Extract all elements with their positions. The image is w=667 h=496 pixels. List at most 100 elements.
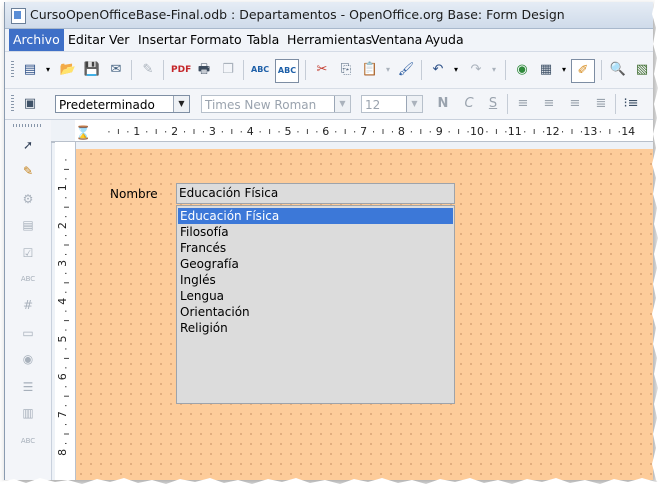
design-mode-icon[interactable]: ✎ (19, 162, 37, 180)
bold-icon[interactable]: N (435, 96, 451, 112)
gallery-icon[interactable]: ▧ (633, 61, 651, 79)
list-box-icon[interactable]: ☰ (19, 378, 37, 396)
page-preview-icon[interactable]: ❐ (219, 61, 237, 79)
checkbox-icon[interactable]: ☑ (19, 244, 37, 262)
email-icon[interactable]: ✉ (107, 61, 125, 79)
align-right-icon[interactable]: ≡ (567, 96, 583, 112)
ruler-minor-tick (65, 178, 67, 180)
list-item[interactable]: Geografía (178, 256, 453, 272)
menu-ayuda[interactable]: Ayuda (425, 32, 464, 47)
option-button-icon[interactable]: ◉ (19, 350, 37, 368)
vertical-ruler[interactable]: 1 2 3 4 5 6 7 8 (55, 142, 76, 480)
nombre-selected-field[interactable]: Educación Física (176, 183, 455, 204)
toolbar-grip[interactable] (13, 124, 43, 127)
ruler-minor-tick (571, 129, 573, 134)
clone-formatting-icon[interactable]: 🖌 (397, 61, 415, 79)
ruler-minor-tick (278, 131, 280, 133)
ruler-minor-tick (64, 320, 69, 322)
menu-insertar[interactable]: Insertar (138, 32, 187, 47)
menu-tabla[interactable]: Tabla (247, 32, 279, 47)
table-icon[interactable]: ▦ (537, 61, 555, 79)
list-item[interactable]: Religión (178, 320, 453, 336)
ruler-minor-tick (382, 129, 384, 134)
menu-editar[interactable]: Editar (68, 32, 105, 47)
ruler-minor-tick (184, 131, 186, 133)
export-pdf-icon[interactable]: PDF (171, 61, 191, 79)
control-properties-icon[interactable]: ⚙ (19, 190, 37, 208)
list-item[interactable]: Francés (178, 240, 453, 256)
list-item[interactable]: Filosofía (178, 224, 453, 240)
menu-archivo[interactable]: Archivo (9, 29, 64, 51)
toolbar-separator (243, 60, 244, 80)
menu-formato[interactable]: Formato (190, 32, 242, 47)
find-icon[interactable]: 🔍 (609, 61, 627, 79)
label-field-icon[interactable]: ABC (19, 432, 37, 450)
push-button-icon[interactable]: ▭ (19, 324, 37, 342)
justify-icon[interactable]: ≣ (593, 96, 609, 112)
ruler-minor-tick (486, 131, 488, 133)
menu-herramientas[interactable]: Herramientas (287, 32, 372, 47)
chevron-down-icon[interactable]: ▼ (406, 96, 422, 112)
align-left-icon[interactable]: ≡ (515, 96, 531, 112)
form-controls-toolbar: ➚ ✎ ⚙ ▤ ☑ ABC # ▭ ◉ ☰ ▥ ABC (5, 120, 52, 480)
spellcheck-icon[interactable]: ABC (251, 61, 269, 79)
paragraph-style-select[interactable]: Predeterminado ▼ (55, 95, 190, 113)
chevron-down-icon[interactable]: ▾ (379, 61, 397, 79)
chevron-down-icon[interactable]: ▾ (447, 61, 465, 79)
open-folder-icon[interactable]: 📂 (59, 61, 77, 79)
torn-edge (0, 478, 667, 496)
ruler-tick-label: 11 (508, 125, 522, 138)
form-properties-icon[interactable]: ▤ (19, 216, 37, 234)
save-icon[interactable]: 💾 (83, 61, 101, 79)
autospellcheck-icon[interactable]: ABC (275, 59, 299, 83)
align-center-icon[interactable]: ≡ (541, 96, 557, 112)
nombre-list-box[interactable]: Educación Física Filosofía Francés Geografí… (176, 205, 455, 404)
cut-icon[interactable]: ✂ (313, 61, 331, 79)
horizontal-ruler[interactable]: ⌛ 1 2 3 4 5 6 7 8 9 10 11 12 13 14 (51, 120, 653, 143)
list-item[interactable]: Lengua (178, 288, 453, 304)
ruler-minor-tick (193, 129, 195, 134)
tab-stop-icon[interactable]: ⌛ (75, 125, 91, 141)
copy-icon[interactable]: ⎘ (337, 61, 355, 79)
formatted-field-icon[interactable]: # (19, 296, 37, 314)
redo-icon[interactable]: ↷ (467, 61, 485, 79)
ruler-tick-label: 4 (56, 298, 69, 305)
ruler-tick-label: 8 (398, 125, 405, 138)
select-pointer-icon[interactable]: ➚ (19, 136, 37, 154)
chevron-down-icon[interactable]: ▼ (173, 96, 189, 112)
navigator-icon[interactable]: ◉ (513, 61, 531, 79)
combo-box-icon[interactable]: ▥ (19, 404, 37, 422)
chevron-down-icon[interactable]: ▾ (39, 61, 57, 79)
toolbar-separator (421, 60, 422, 80)
nombre-label[interactable]: Nombre (110, 187, 158, 201)
menu-ver[interactable]: Ver (109, 32, 129, 47)
ruler-tick-label: 6 (56, 373, 69, 380)
ruler-minor-tick (458, 129, 460, 134)
undo-icon[interactable]: ↶ (429, 61, 447, 79)
edit-file-icon[interactable]: ✎ (139, 61, 157, 79)
print-icon[interactable]: 🖶 (195, 61, 213, 79)
toolbar-grip[interactable] (11, 61, 14, 79)
list-item[interactable]: Educación Física (178, 208, 453, 224)
ruler-ticks: 1 2 3 4 5 6 7 8 (56, 159, 69, 456)
ruler-tick-label: 5 (285, 125, 292, 138)
list-item[interactable]: Inglés (178, 272, 453, 288)
toolbar-grip[interactable] (11, 95, 14, 113)
text-box-icon[interactable]: ABC (19, 270, 37, 288)
underline-icon[interactable]: S (485, 96, 501, 112)
chevron-down-icon[interactable]: ▼ (334, 96, 350, 112)
numbering-icon[interactable]: ⁝≡ (623, 96, 639, 112)
ruler-minor-tick (155, 129, 157, 134)
font-size-select[interactable]: 12 ▼ (361, 95, 423, 113)
list-item[interactable]: Orientación (178, 304, 453, 320)
paste-icon[interactable]: 📋 (361, 61, 379, 79)
new-document-icon[interactable]: ▤ (21, 61, 39, 79)
styles-icon[interactable]: ▣ (21, 95, 39, 113)
font-name-select[interactable]: Times New Roman ▼ (201, 95, 351, 113)
italic-icon[interactable]: C (461, 96, 477, 112)
window-title: CursoOpenOfficeBase-Final.odb : Departam… (30, 7, 565, 22)
ruler-minor-tick (495, 129, 497, 134)
draw-functions-icon[interactable]: ✐ (571, 59, 595, 83)
menu-ventana[interactable]: Ventana (371, 32, 422, 47)
chevron-down-icon[interactable]: ▾ (485, 61, 503, 79)
